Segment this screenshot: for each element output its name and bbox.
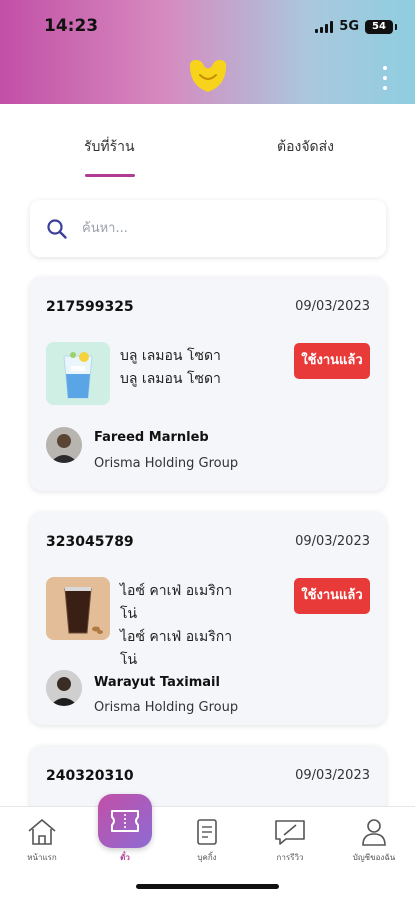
person-name: Warayut Taximail bbox=[94, 675, 220, 690]
blue-lemon-soda-icon bbox=[46, 342, 110, 405]
avatar bbox=[46, 427, 82, 463]
order-id: 323045789 bbox=[46, 534, 134, 550]
bookmark-list-icon bbox=[197, 819, 217, 845]
active-tab-indicator bbox=[85, 174, 135, 177]
avatar bbox=[46, 670, 82, 706]
item-names: บลู เลมอน โซดา บลู เลมอน โซดา bbox=[120, 345, 280, 391]
order-id: 240320310 bbox=[46, 768, 134, 784]
order-date: 09/03/2023 bbox=[295, 768, 370, 783]
nav-ticket[interactable] bbox=[98, 794, 152, 848]
iced-americano-icon bbox=[46, 577, 110, 640]
battery-icon: 54 bbox=[365, 19, 397, 34]
nav-review-label: การรีวิว bbox=[276, 853, 304, 862]
home-indicator bbox=[136, 884, 279, 889]
person-name: Fareed Marnleb bbox=[94, 430, 209, 445]
signal-icon bbox=[315, 20, 334, 33]
review-icon bbox=[275, 820, 305, 845]
status-bar-right: 5G 54 bbox=[315, 19, 397, 34]
item-names: ไอซ์ คาเฟ่ อเมริกา โน่ ไอซ์ คาเฟ่ อเมริก… bbox=[120, 580, 280, 672]
order-date: 09/03/2023 bbox=[295, 299, 370, 314]
smile-logo-icon bbox=[189, 60, 227, 92]
tab-bar: รับที่ร้าน ต้องจัดส่ง bbox=[0, 136, 415, 182]
order-date: 09/03/2023 bbox=[295, 534, 370, 549]
ticket-icon bbox=[111, 810, 139, 832]
item-name-line: โน่ bbox=[120, 606, 138, 622]
home-icon bbox=[28, 819, 56, 845]
more-options-icon[interactable] bbox=[381, 66, 389, 90]
status-badge: ใช้งานแล้ว bbox=[294, 578, 370, 614]
nav-booking[interactable]: บุคกิ้ง bbox=[172, 817, 242, 864]
item-name-line: บลู เลมอน โซดา bbox=[120, 371, 221, 387]
item-name-line: บลู เลมอน โซดา bbox=[120, 348, 221, 364]
nav-home[interactable]: หน้าแรก bbox=[7, 817, 77, 864]
nav-home-label: หน้าแรก bbox=[27, 853, 57, 862]
company-name: Orisma Holding Group bbox=[94, 700, 239, 715]
nav-account-label: บัญชีของฉัน bbox=[352, 853, 396, 862]
network-label: 5G bbox=[339, 19, 359, 34]
search-box bbox=[30, 200, 386, 257]
nav-review[interactable]: การรีวิว bbox=[255, 817, 325, 864]
item-name-line: ไอซ์ คาเฟ่ อเมริกา bbox=[120, 629, 233, 645]
tab-pickup[interactable]: รับที่ร้าน bbox=[84, 136, 135, 158]
search-input[interactable] bbox=[82, 216, 372, 240]
tab-delivery[interactable]: ต้องจัดส่ง bbox=[277, 136, 334, 158]
nav-account[interactable]: บัญชีของฉัน bbox=[339, 817, 409, 864]
company-name: Orisma Holding Group bbox=[94, 456, 239, 471]
status-badge: ใช้งานแล้ว bbox=[294, 343, 370, 379]
nav-ticket-label: ตั๋ว bbox=[120, 853, 130, 862]
order-card[interactable]: 217599325 09/03/2023 บลู เลมอน โซดา บลู … bbox=[30, 277, 386, 491]
order-card[interactable]: 323045789 09/03/2023 ไอซ์ คาเฟ่ อเมริกา … bbox=[30, 512, 386, 725]
item-name-line: โน่ bbox=[120, 652, 138, 668]
account-icon bbox=[362, 819, 386, 846]
item-name-line: ไอซ์ คาเฟ่ อเมริกา bbox=[120, 583, 233, 599]
order-id: 217599325 bbox=[46, 299, 134, 315]
search-icon bbox=[47, 219, 67, 239]
app-header: 14:23 5G 54 bbox=[0, 0, 415, 104]
status-time: 14:23 bbox=[44, 16, 99, 36]
nav-booking-label: บุคกิ้ง bbox=[197, 853, 217, 862]
